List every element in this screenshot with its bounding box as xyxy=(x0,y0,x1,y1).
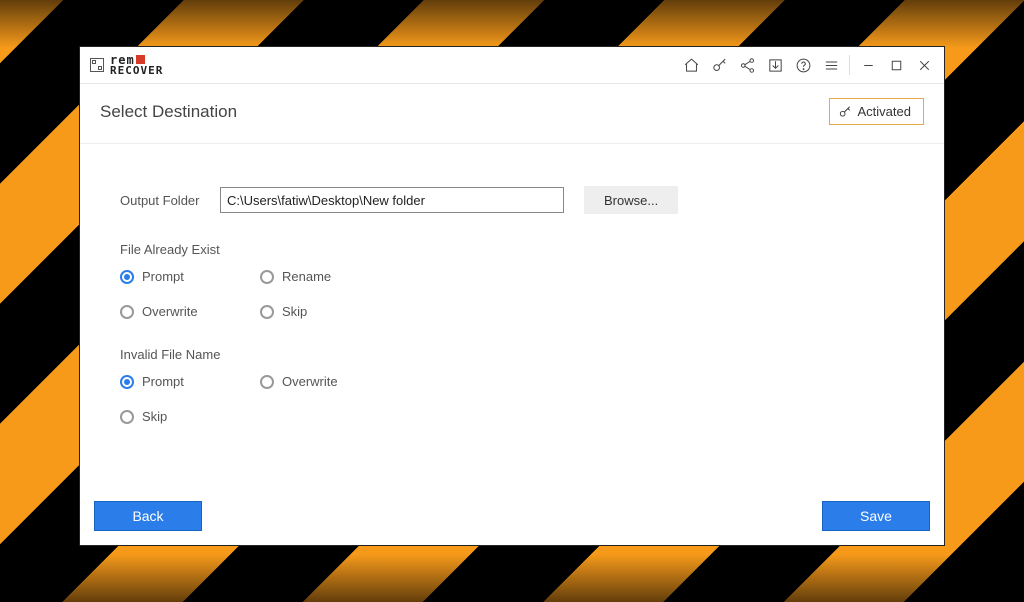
import-icon[interactable] xyxy=(761,47,789,83)
share-icon[interactable] xyxy=(733,47,761,83)
output-folder-input[interactable] xyxy=(220,187,564,213)
file-exist-prompt-radio[interactable]: Prompt xyxy=(120,269,260,284)
app-window: rem RECOVER xyxy=(80,47,944,545)
invalid-name-overwrite-radio[interactable]: Overwrite xyxy=(260,374,460,389)
back-button[interactable]: Back xyxy=(94,501,202,531)
invalid-name-skip-radio[interactable]: Skip xyxy=(120,409,260,424)
titlebar: rem RECOVER xyxy=(80,47,944,84)
key-icon xyxy=(838,105,852,119)
home-icon[interactable] xyxy=(677,47,705,83)
activated-label: Activated xyxy=(858,104,911,119)
save-button[interactable]: Save xyxy=(822,501,930,531)
logo-text: rem RECOVER xyxy=(110,55,163,76)
file-exist-overwrite-radio[interactable]: Overwrite xyxy=(120,304,260,319)
invalid-name-prompt-radio[interactable]: Prompt xyxy=(120,374,260,389)
logo-red-square-icon xyxy=(136,55,145,64)
browse-button[interactable]: Browse... xyxy=(584,186,678,214)
radio-icon xyxy=(120,410,134,424)
help-icon[interactable] xyxy=(789,47,817,83)
radio-icon xyxy=(120,270,134,284)
radio-icon xyxy=(260,375,274,389)
logo-glyph-icon xyxy=(90,58,104,72)
radio-icon xyxy=(120,305,134,319)
invalid-name-group-label: Invalid File Name xyxy=(120,347,924,362)
radio-icon xyxy=(260,305,274,319)
file-exist-options: Prompt Rename Overwrite Skip xyxy=(120,269,924,319)
key-icon[interactable] xyxy=(705,47,733,83)
file-exist-skip-radio[interactable]: Skip xyxy=(260,304,460,319)
page-title: Select Destination xyxy=(100,102,237,122)
radio-icon xyxy=(260,270,274,284)
file-exist-group-label: File Already Exist xyxy=(120,242,924,257)
radio-icon xyxy=(120,375,134,389)
file-exist-rename-radio[interactable]: Rename xyxy=(260,269,460,284)
window-maximize-button[interactable] xyxy=(882,47,910,83)
invalid-name-options: Prompt Overwrite Skip xyxy=(120,374,924,424)
footer: Back Save xyxy=(80,501,944,545)
page-header: Select Destination Activated xyxy=(80,84,944,144)
window-close-button[interactable] xyxy=(910,47,938,83)
window-minimize-button[interactable] xyxy=(854,47,882,83)
content-area: Output Folder Browse... File Already Exi… xyxy=(80,144,944,501)
activated-badge[interactable]: Activated xyxy=(829,98,924,125)
app-logo: rem RECOVER xyxy=(90,55,163,76)
output-folder-row: Output Folder Browse... xyxy=(120,186,924,214)
output-folder-label: Output Folder xyxy=(120,193,200,208)
menu-icon[interactable] xyxy=(817,47,845,83)
